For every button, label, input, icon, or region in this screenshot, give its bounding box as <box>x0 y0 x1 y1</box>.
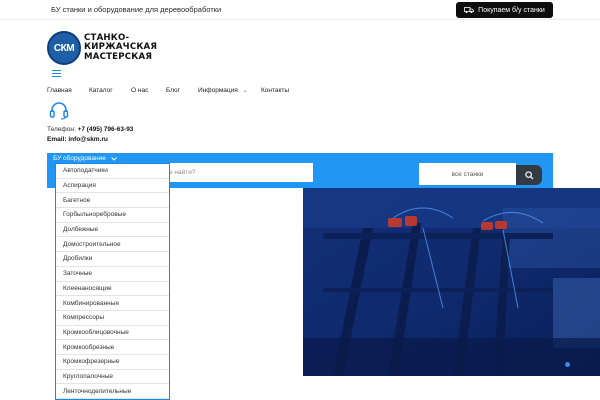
search-category-select[interactable]: все станки <box>419 163 516 185</box>
dropdown-item-edge-banders[interactable]: Кромкооблицовочные <box>56 326 169 341</box>
nav-item-home[interactable]: Главная <box>47 87 89 94</box>
dropdown-item-band-resaws[interactable]: Ленточноделительные <box>56 384 169 399</box>
dropdown-item-crushers[interactable]: Дробилки <box>56 252 169 267</box>
site-logo[interactable]: СКМ СТАНКО- КИРЖАЧСКАЯ МАСТЕРСКАЯ <box>47 30 167 66</box>
chevron-down-icon <box>110 156 117 161</box>
logo-text: СТАНКО- КИРЖАЧСКАЯ МАСТЕРСКАЯ <box>84 33 157 62</box>
nav-item-contacts[interactable]: Контакты <box>261 87 289 94</box>
nav-item-info[interactable]: Информация ⌄ <box>198 87 261 94</box>
email-label: Email: <box>47 136 67 143</box>
dropdown-item-edge-milling[interactable]: Кромкофрезерные <box>56 355 169 370</box>
category-menu-trigger[interactable]: БУ оборудование <box>53 155 117 162</box>
nav-item-blog[interactable]: Блог <box>166 87 198 94</box>
nav-item-catalog[interactable]: Каталог <box>89 87 131 94</box>
buy-used-machines-button[interactable]: Покупаем б/у станки <box>456 2 553 18</box>
dropdown-item-autofeeders[interactable]: Автоподатчики <box>56 164 169 179</box>
logo-line-3: МАСТЕРСКАЯ <box>84 51 153 62</box>
email-link[interactable]: info@skm.ru <box>68 136 108 143</box>
headset-icon <box>49 102 69 120</box>
search-input[interactable]: е найти? <box>169 163 313 182</box>
category-trigger-label: БУ оборудование <box>53 155 106 162</box>
phone-number[interactable]: +7 (495) 796-63-93 <box>78 126 134 133</box>
chevron-down-icon: ⌄ <box>242 88 248 94</box>
search-button[interactable] <box>516 165 542 185</box>
top-tagline: БУ станки и оборудование для деревообраб… <box>51 5 222 14</box>
category-dropdown: Автоподатчики Аспирация Багетное Горбыль… <box>55 163 170 400</box>
dropdown-item-edge-trimmers[interactable]: Кромкообрезные <box>56 340 169 355</box>
dropdown-item-dowel-machines[interactable]: Круглопалочные <box>56 370 169 385</box>
dropdown-item-sharpeners[interactable]: Заточные <box>56 267 169 282</box>
dropdown-item-mortisers[interactable]: Долбежные <box>56 223 169 238</box>
dropdown-item-glue-spreaders[interactable]: Клеенаносящие <box>56 282 169 297</box>
dropdown-item-baguette[interactable]: Багетное <box>56 193 169 209</box>
top-bar: БУ станки и оборудование для деревообраб… <box>0 0 600 20</box>
dropdown-item-house-building[interactable]: Домостроительное <box>56 237 169 253</box>
dropdown-item-aspiration[interactable]: Аспирация <box>56 179 169 194</box>
contact-info: Телефон: +7 (495) 796-63-93 Email: info@… <box>47 125 133 145</box>
hamburger-menu-icon[interactable] <box>52 70 61 77</box>
phone-label: Телефон: <box>47 126 76 133</box>
search-icon <box>524 170 534 180</box>
dropdown-item-combined[interactable]: Комбинированные <box>56 296 169 311</box>
truck-icon <box>464 7 475 14</box>
logo-badge: СКМ <box>47 31 81 65</box>
buy-button-label: Покупаем б/у станки <box>478 6 545 14</box>
slider-dot[interactable] <box>565 362 570 367</box>
dropdown-item-compressors[interactable]: Компрессоры <box>56 311 169 326</box>
hero-image <box>303 188 600 376</box>
main-nav: Главная Каталог О нас Блог Информация ⌄ К… <box>47 87 289 94</box>
nav-item-about[interactable]: О нас <box>131 87 166 94</box>
dropdown-item-slab-edgers[interactable]: Горбыльноребровые <box>56 208 169 223</box>
search-placeholder: е найти? <box>169 169 196 176</box>
